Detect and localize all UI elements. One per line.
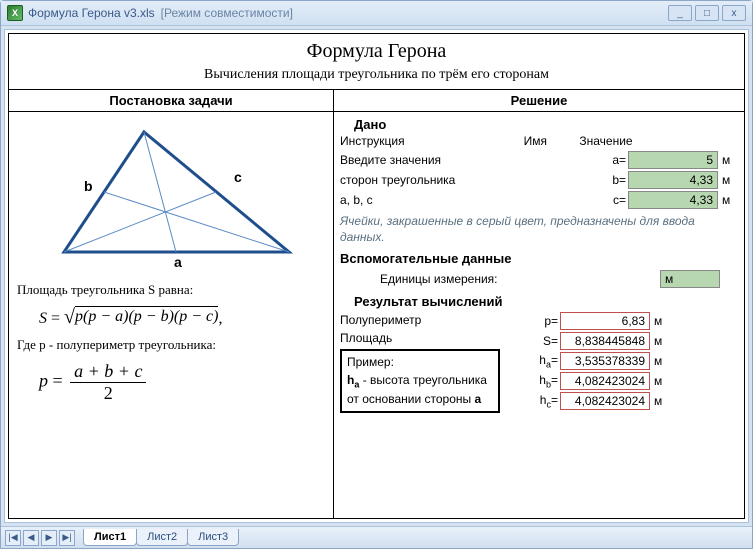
res-unit-s: м xyxy=(650,334,670,348)
res-unit-ha: м xyxy=(650,354,670,368)
triangle-svg xyxy=(9,112,334,272)
res-s: 8,838445848 xyxy=(560,332,650,350)
value-heading: Значение xyxy=(561,134,651,148)
result-heading: Результат вычислений xyxy=(354,294,738,309)
side-b-label: b xyxy=(84,178,93,194)
input-name-c: c= xyxy=(598,193,628,207)
sheet-tab-2[interactable]: Лист2 xyxy=(136,529,188,546)
worksheet[interactable]: Формула Герона Вычисления площади треуго… xyxy=(4,29,749,523)
instr-line2: сторон треугольника xyxy=(340,173,480,187)
nav-first-button[interactable]: |◀ xyxy=(5,530,21,546)
unit-a: м xyxy=(718,153,738,167)
unit-b: м xyxy=(718,173,738,187)
compat-mode-label: [Режим совместимости] xyxy=(161,6,293,20)
res-name-hc: hc= xyxy=(500,393,560,409)
triangle-figure: b c a xyxy=(9,112,333,272)
res-unit-hb: м xyxy=(650,374,670,388)
res-name-ha: ha= xyxy=(500,353,560,369)
units-label: Единицы измерения: xyxy=(380,272,660,286)
res-hc: 4,082423024 xyxy=(560,392,650,410)
window-title: Формула Герона v3.xls xyxy=(28,6,155,20)
input-name-a: a= xyxy=(598,153,628,167)
page-title: Формула Герона xyxy=(9,34,744,65)
sheet-tab-3[interactable]: Лист3 xyxy=(187,529,239,546)
unit-c: м xyxy=(718,193,738,207)
nav-prev-button[interactable]: ◀ xyxy=(23,530,39,546)
area-label: Площадь xyxy=(340,329,500,347)
area-sentence: Площадь треугольника S равна: xyxy=(17,282,325,298)
right-heading: Решение xyxy=(334,90,744,112)
example-l1: Пример: xyxy=(347,354,493,371)
example-l3: от основании стороны a xyxy=(347,391,493,408)
semi-label: Полупериметр xyxy=(340,311,500,329)
excel-icon: X xyxy=(7,5,23,21)
right-column: Решение Дано Инструкция Имя Значение Вве… xyxy=(334,90,744,518)
side-a-label: a xyxy=(174,254,182,270)
input-hint: Ячейки, закрашенные в серый цвет, предна… xyxy=(340,214,738,245)
input-c[interactable]: 4,33 xyxy=(628,191,718,209)
example-l2: ha - высота треугольника xyxy=(347,372,493,391)
titlebar[interactable]: X Формула Герона v3.xls [Режим совместим… xyxy=(1,1,752,26)
input-b[interactable]: 4,33 xyxy=(628,171,718,189)
res-unit-hc: м xyxy=(650,394,670,408)
instr-line1: Введите значения xyxy=(340,153,480,167)
given-heading: Дано xyxy=(354,117,738,132)
res-name-hb: hb= xyxy=(500,373,560,389)
nav-last-button[interactable]: ▶| xyxy=(59,530,75,546)
res-hb: 4,082423024 xyxy=(560,372,650,390)
res-unit-p: м xyxy=(650,314,670,328)
left-heading: Постановка задачи xyxy=(9,90,333,112)
res-name-p: p= xyxy=(500,314,560,328)
input-name-b: b= xyxy=(598,173,628,187)
semiperimeter-formula: p = a + b + c 2 xyxy=(39,361,325,404)
aux-heading: Вспомогательные данные xyxy=(340,251,738,266)
restore-button[interactable]: □ xyxy=(695,5,719,21)
instruction-heading: Инструкция xyxy=(340,134,480,148)
side-c-label: c xyxy=(234,169,242,185)
workbook-window: X Формула Герона v3.xls [Режим совместим… xyxy=(0,0,753,549)
res-name-s: S= xyxy=(500,334,560,348)
res-ha: 3,535378339 xyxy=(560,352,650,370)
sheet-tab-1[interactable]: Лист1 xyxy=(83,529,137,546)
example-box: Пример: ha - высота треугольника от осно… xyxy=(340,349,500,413)
name-heading: Имя xyxy=(480,134,561,148)
units-select[interactable]: м xyxy=(660,270,720,288)
sheet-tabbar: |◀ ◀ ▶ ▶| Лист1 Лист2 Лист3 xyxy=(1,526,752,548)
content-area: Формула Герона Вычисления площади треуго… xyxy=(1,26,752,526)
where-sentence: Где p - полупериметр треугольника: xyxy=(17,337,325,353)
res-p: 6,83 xyxy=(560,312,650,330)
heron-formula: S = √p(p − a)(p − b)(p − c), xyxy=(39,306,325,329)
page-subtitle: Вычисления площади треугольника по трём … xyxy=(9,65,744,89)
instr-line3: a, b, c xyxy=(340,193,480,207)
minimize-button[interactable]: _ xyxy=(668,5,692,21)
close-button[interactable]: x xyxy=(722,5,746,21)
left-column: Постановка задачи b c a xyxy=(9,90,334,518)
nav-next-button[interactable]: ▶ xyxy=(41,530,57,546)
input-a[interactable]: 5 xyxy=(628,151,718,169)
